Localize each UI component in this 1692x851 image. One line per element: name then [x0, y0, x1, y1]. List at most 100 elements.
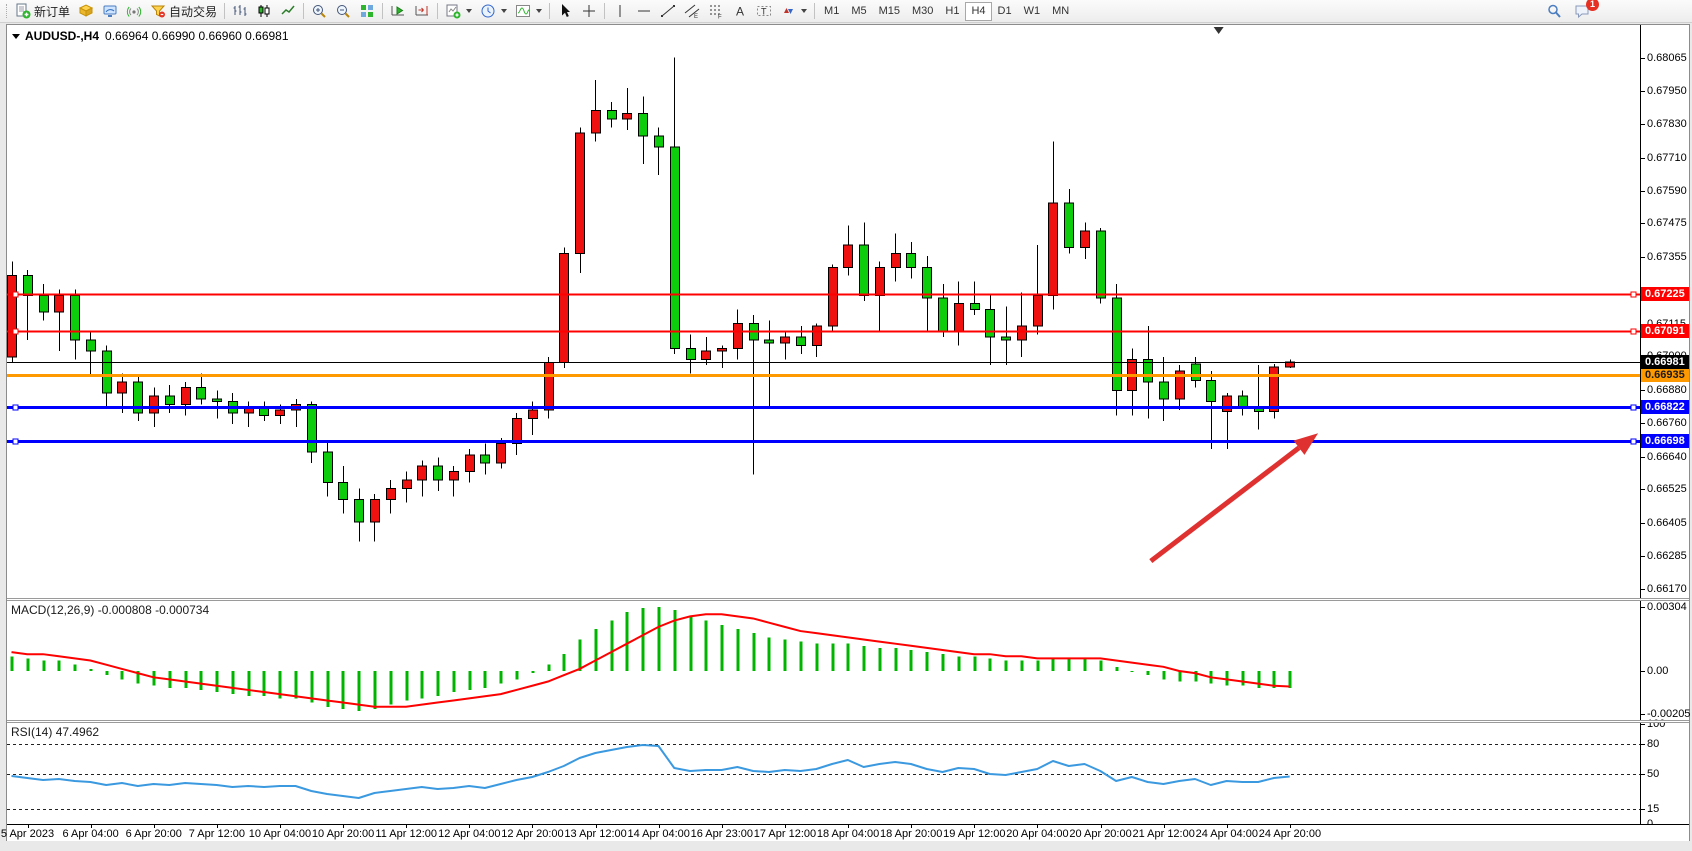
timeframe-d1-button[interactable]: D1 [992, 2, 1018, 21]
timeframe-mn-button[interactable]: MN [1046, 2, 1075, 21]
bullish-candle [371, 500, 380, 522]
period-button[interactable] [476, 1, 511, 21]
chart-shift-button[interactable] [410, 1, 434, 21]
macd-bar [390, 671, 393, 705]
line-handle[interactable] [13, 405, 18, 410]
bearish-candle [907, 253, 916, 267]
notifications-button[interactable]: 1 [1574, 3, 1592, 19]
new-chart-button[interactable] [441, 1, 476, 21]
macd-bar [800, 642, 803, 671]
macd-panel[interactable]: MACD(12,26,9) -0.000808 -0.000734 [7, 601, 1640, 720]
bearish-candle [1160, 382, 1169, 399]
time-label: 7 Apr 12:00 [189, 828, 245, 840]
line-handle[interactable] [13, 439, 18, 444]
timeframe-m15-button[interactable]: M15 [873, 2, 906, 21]
virtual-hosting-button[interactable] [98, 1, 122, 21]
bullish-candle [1034, 295, 1043, 326]
time-label: 21 Apr 12:00 [1132, 828, 1194, 840]
line-handle[interactable] [1631, 292, 1636, 297]
signals-icon [126, 3, 142, 19]
line-handle[interactable] [13, 292, 18, 297]
macd-bar [532, 671, 535, 673]
bullish-candle [545, 362, 554, 410]
rsi-tick-label: 50 [1647, 768, 1659, 781]
time-axis[interactable]: 5 Apr 20236 Apr 04:006 Apr 20:007 Apr 12… [7, 824, 1689, 841]
indicators-button[interactable] [511, 1, 546, 21]
line-handle[interactable] [1631, 329, 1636, 334]
time-label: 12 Apr 04:00 [438, 828, 500, 840]
bullish-candle [450, 472, 459, 480]
toolbar-drag-handle [6, 4, 9, 18]
macd-bar [1179, 671, 1182, 682]
macd-label: MACD(12,26,9) -0.000808 -0.000734 [11, 603, 209, 617]
arrows-tool-button[interactable] [776, 1, 811, 21]
timeframe-h4-button[interactable]: H4 [965, 2, 991, 21]
chart-shift-marker[interactable] [1214, 27, 1224, 34]
notification-badge: 1 [1586, 0, 1599, 11]
bearish-candle [986, 309, 995, 337]
timeframe-m5-button[interactable]: M5 [845, 2, 872, 21]
macd-bar [200, 671, 203, 690]
text-label-tool-button[interactable]: T [752, 1, 776, 21]
bullish-candle [1223, 396, 1232, 411]
vertical-line-tool-button[interactable] [608, 1, 632, 21]
price-tick-label: 0.66880 [1647, 384, 1687, 397]
bearish-candle [103, 351, 112, 393]
crosshair-button[interactable] [577, 1, 601, 21]
candlestick-chart-button[interactable] [252, 1, 276, 21]
chart-window[interactable]: AUDUSD-,H4 0.66964 0.66990 0.66960 0.669… [6, 24, 1690, 841]
rsi-chart-canvas[interactable] [7, 723, 1640, 824]
line-handle[interactable] [1631, 405, 1636, 410]
macd-bar [1021, 661, 1024, 672]
dropdown-caret-icon [466, 9, 472, 13]
tile-windows-button[interactable] [355, 1, 379, 21]
time-label: 19 Apr 12:00 [943, 828, 1005, 840]
toolbar-separator [549, 3, 550, 19]
bullish-candle [513, 418, 522, 443]
candlestick-chart-canvas[interactable] [7, 25, 1640, 598]
bearish-candle [355, 500, 364, 522]
bar-chart-button[interactable] [228, 1, 252, 21]
line-chart-button[interactable] [276, 1, 300, 21]
bullish-candle [560, 253, 569, 362]
timeframe-m1-button[interactable]: M1 [818, 2, 845, 21]
price-axis[interactable]: 0.680650.679500.678300.677100.675900.674… [1640, 25, 1689, 824]
macd-bar [90, 669, 93, 671]
search-button[interactable] [1542, 1, 1566, 21]
cursor-button[interactable] [553, 1, 577, 21]
bullish-candle [150, 396, 159, 413]
macd-chart-canvas[interactable] [7, 601, 1640, 720]
channel-tool-button[interactable]: E [680, 1, 704, 21]
text-tool-button[interactable]: A [728, 1, 752, 21]
zoom-out-button[interactable] [331, 1, 355, 21]
line-handle[interactable] [1631, 439, 1636, 444]
macd-bar [784, 639, 787, 671]
timeframe-h1-button[interactable]: H1 [939, 2, 965, 21]
panel-splitter[interactable] [7, 720, 1689, 723]
horizontal-line-tool-button[interactable] [632, 1, 656, 21]
bullish-candle [1081, 231, 1090, 248]
timeframe-m30-button[interactable]: M30 [906, 2, 939, 21]
timeframe-w1-button[interactable]: W1 [1018, 2, 1047, 21]
autotrading-button[interactable]: 自动交易 [146, 1, 221, 21]
new-order-button[interactable]: 新订单 [11, 1, 74, 21]
horizontal-line-icon [636, 3, 652, 19]
fibonacci-tool-button[interactable]: F [704, 1, 728, 21]
panel-splitter[interactable] [7, 598, 1689, 601]
zoom-in-button[interactable] [307, 1, 331, 21]
macd-bar [926, 652, 929, 671]
main-chart-panel[interactable]: AUDUSD-,H4 0.66964 0.66990 0.66960 0.669… [7, 25, 1640, 598]
trend-arrow-annotation[interactable] [1151, 433, 1318, 561]
chart-dropdown-icon[interactable] [12, 34, 20, 39]
line-handle[interactable] [13, 329, 18, 334]
auto-scroll-button[interactable] [386, 1, 410, 21]
macd-bar [469, 671, 472, 690]
signals-button[interactable] [122, 1, 146, 21]
macd-bar [216, 671, 219, 692]
metaeditor-button[interactable] [74, 1, 98, 21]
rsi-panel[interactable]: RSI(14) 47.4962 [7, 723, 1640, 824]
trendline-tool-button[interactable] [656, 1, 680, 21]
bullish-candle [955, 304, 964, 332]
bullish-candle [1049, 203, 1058, 295]
macd-bar [895, 648, 898, 671]
